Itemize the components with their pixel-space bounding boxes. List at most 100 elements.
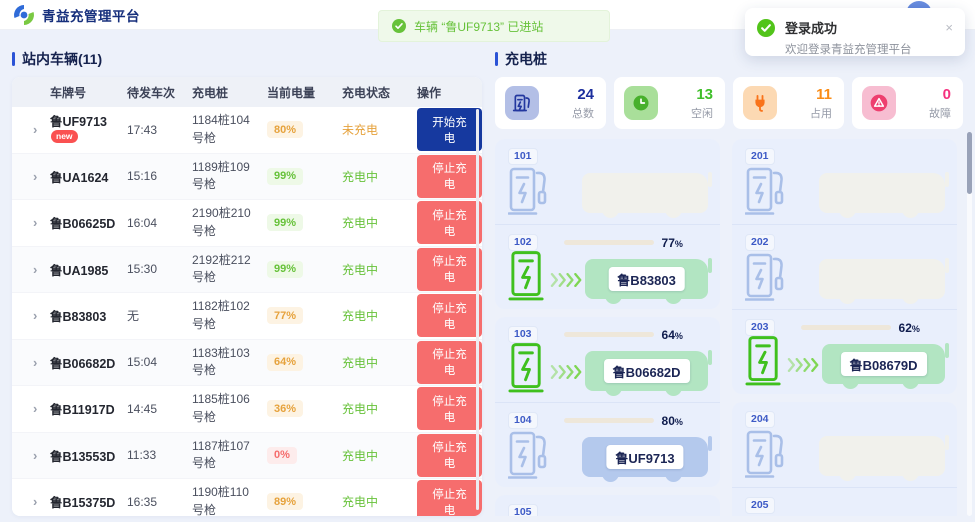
start-charge-button[interactable]: 开始充电 (417, 108, 482, 151)
charging-pile-idle-icon (508, 166, 548, 216)
expand-chevron-icon[interactable]: › (32, 122, 50, 137)
depart-cell: 15:16 (127, 169, 192, 183)
bus-wheel (665, 473, 682, 482)
pile-cell: 1182桩102号枪 (192, 298, 267, 333)
battery-cell: 77% (267, 307, 342, 324)
toast-text: 车辆 “鲁UF9713” 已进站 (414, 18, 543, 35)
stat-label: 空闲 (691, 105, 713, 121)
plate-cell: 鲁B11917D (50, 399, 127, 418)
pile-number-chip: 103 (508, 326, 538, 343)
stop-charge-button[interactable]: 停止充电 (417, 480, 482, 516)
charge-percent: 80% (662, 414, 683, 428)
bus-plate: 鲁B06682D (604, 359, 690, 383)
depart-cell: 15:30 (127, 262, 192, 276)
expand-chevron-icon[interactable]: › (32, 401, 50, 416)
pile-stats-row: 24 总数 13 空闲 11 占用 0 故障 (495, 77, 965, 129)
pile-cell: 1190桩110号枪 (192, 484, 267, 516)
scrollbar-track[interactable] (967, 132, 972, 516)
stop-charge-button[interactable]: 停止充电 (417, 341, 482, 384)
plate-cell: 鲁B15375D (50, 492, 127, 511)
table-row: › 鲁B15375D 16:35 1190桩110号枪 89% 充电中 停止充电 (12, 479, 482, 516)
bus-wheel (902, 380, 919, 389)
stat-card-busy: 11 占用 (733, 77, 844, 129)
charging-arrows-icon (550, 273, 583, 287)
title-accent-bar (495, 52, 498, 66)
charge-percent: 62% (899, 321, 920, 335)
pile-column-left: 101 102 77% (495, 139, 720, 516)
charging-pile-idle-icon (745, 515, 785, 516)
scrollbar-thumb[interactable] (967, 132, 972, 194)
toast-body: 登录成功 欢迎登录青益充管理平台 (785, 18, 912, 46)
slot-top-row: 103 64% (508, 326, 708, 343)
action-cell: 停止充电 (417, 480, 482, 516)
bus-antenna (945, 343, 950, 358)
expand-chevron-icon[interactable]: › (32, 494, 50, 509)
warning-icon (869, 93, 889, 113)
battery-badge: 0% (267, 447, 297, 464)
slot-top-row: 201 (745, 148, 945, 165)
plate-cell: 鲁B13553D (50, 446, 127, 465)
depart-cell: 17:43 (127, 123, 192, 137)
stop-charge-button[interactable]: 停止充电 (417, 294, 482, 337)
status-cell: 充电中 (342, 168, 417, 185)
expand-chevron-icon[interactable]: › (32, 355, 50, 370)
slot-body-row (745, 165, 945, 223)
bus-wheel (602, 473, 619, 482)
status-cell: 充电中 (342, 447, 417, 464)
stat-meta: 24 总数 (572, 86, 594, 121)
battery-badge: 99% (267, 168, 303, 185)
close-icon[interactable]: × (945, 21, 953, 34)
battery-cell: 64% (267, 354, 342, 371)
slot-top-row: 104 80% (508, 412, 708, 429)
clock-icon (631, 93, 651, 113)
bus-plate: 鲁B08679D (841, 352, 927, 376)
stop-charge-button[interactable]: 停止充电 (417, 387, 482, 430)
pile-slot-202: 202 (732, 224, 957, 309)
charging-pile-idle-icon (745, 252, 785, 302)
charging-arrows-icon (787, 358, 820, 372)
charging-pile-idle-icon (745, 166, 785, 216)
stat-meta: 11 占用 (810, 86, 832, 121)
bus-wheel (605, 295, 622, 304)
table-row: › 鲁UF9713new 17:43 1184桩104号枪 80% 未充电 开始… (12, 107, 482, 154)
expand-chevron-icon[interactable]: › (32, 169, 50, 184)
bus-wheel (839, 295, 856, 304)
stop-charge-button[interactable]: 停止充电 (417, 201, 482, 244)
pile-cell: 1183桩103号枪 (192, 345, 267, 380)
vehicles-panel-title-text: 站内车辆(11) (22, 49, 102, 69)
slot-body-row: 鲁B08679D (745, 336, 945, 394)
stop-charge-button[interactable]: 停止充电 (417, 434, 482, 477)
plate-cell: 鲁UA1624 (50, 167, 127, 186)
progress-track (564, 240, 654, 245)
battery-cell: 80% (267, 121, 342, 138)
battery-cell: 0% (267, 447, 342, 464)
charging-pile-active-icon (508, 342, 547, 394)
status-cell: 未充电 (342, 121, 417, 138)
battery-cell: 99% (267, 261, 342, 278)
stat-card-total: 24 总数 (495, 77, 606, 129)
expand-chevron-icon[interactable]: › (32, 262, 50, 277)
stat-label: 总数 (572, 105, 594, 121)
charging-pile-idle-icon (508, 430, 548, 480)
expand-chevron-icon[interactable]: › (32, 215, 50, 230)
battery-cell: 89% (267, 493, 342, 510)
stat-icon-box (505, 86, 539, 120)
slot-top-row: 205 (745, 497, 945, 514)
charging-pile-idle-icon (745, 429, 785, 479)
battery-badge: 77% (267, 307, 303, 324)
bus-wheel (902, 472, 919, 481)
table-scrollbar[interactable] (476, 109, 479, 510)
bus-antenna (945, 435, 950, 450)
bus-illustration (819, 173, 945, 213)
status-cell: 充电中 (342, 493, 417, 510)
action-cell: 停止充电 (417, 387, 482, 430)
pile-cell: 1187桩107号枪 (192, 438, 267, 473)
vehicle-arrival-toast: 车辆 “鲁UF9713” 已进站 (378, 10, 610, 42)
bus-antenna (945, 258, 950, 273)
pile-number-chip: 102 (508, 234, 538, 251)
expand-chevron-icon[interactable]: › (32, 308, 50, 323)
stop-charge-button[interactable]: 停止充电 (417, 248, 482, 291)
stop-charge-button[interactable]: 停止充电 (417, 155, 482, 198)
expand-chevron-icon[interactable]: › (32, 448, 50, 463)
bus-wheel (839, 209, 856, 218)
